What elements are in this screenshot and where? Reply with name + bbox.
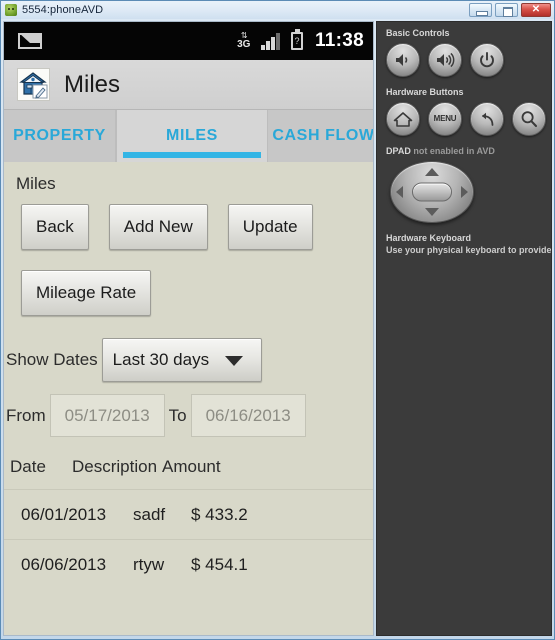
house-edit-icon[interactable] — [17, 68, 50, 101]
window-buttons: ✕ — [469, 3, 551, 17]
dpad-wrapper — [390, 161, 543, 223]
home-icon[interactable] — [386, 102, 420, 136]
date-range-spinner[interactable]: Last 30 days — [101, 338, 262, 382]
tab-cash-flow-label: CASH FLOW — [272, 127, 373, 144]
cell-amount: $ 433.2 — [191, 504, 248, 524]
cell-date: 06/01/2013 — [21, 504, 107, 524]
battery-label: ? — [294, 36, 300, 46]
android-robot-icon — [5, 4, 17, 16]
date-range-spinner-value: Last 30 days — [112, 350, 210, 369]
column-header-date: Date — [10, 457, 46, 476]
network-type-label: 3G — [237, 39, 251, 50]
envelope-icon — [18, 33, 42, 49]
dpad-heading-strong: DPAD — [386, 146, 411, 156]
mileage-rate-button[interactable]: Mileage Rate — [21, 270, 152, 316]
window-body: ⇅ 3G ? 11:38 Miles PROPERTY MILES CASH F… — [1, 19, 554, 639]
status-clock: 11:38 — [314, 30, 364, 51]
keyboard-subtext: Use your physical keyboard to provide in… — [386, 245, 552, 256]
menu-button[interactable]: MENU — [428, 102, 462, 136]
cell-description: rtyw — [133, 554, 165, 574]
date-range-row: From 05/17/2013 To 06/16/2013 — [4, 394, 373, 437]
section-label: Miles — [16, 174, 56, 193]
data-rows: 06/01/2013 sadf $ 433.2 06/06/2013 rtyw … — [4, 489, 373, 589]
app-content: Miles Back Add New Update Mileage Rate S… — [4, 162, 373, 635]
basic-controls-row — [386, 43, 543, 77]
volume-up-button[interactable] — [428, 43, 462, 77]
table-row[interactable]: 06/06/2013 rtyw $ 454.1 — [4, 539, 373, 589]
dpad-center-button[interactable] — [412, 182, 452, 202]
tab-miles-label: MILES — [166, 127, 218, 144]
keyboard-heading: Hardware Keyboard — [386, 233, 472, 243]
table-header: Date Description Amount — [10, 457, 221, 477]
hardware-buttons-row: MENU — [386, 102, 546, 136]
window-titlebar[interactable]: 5554:phoneAVD ✕ — [1, 1, 554, 19]
close-button[interactable]: ✕ — [521, 3, 551, 17]
dpad-left-icon[interactable] — [396, 186, 403, 198]
minimize-button[interactable] — [469, 3, 492, 17]
back-button[interactable]: Back — [21, 204, 89, 250]
back-arrow-icon[interactable] — [470, 102, 504, 136]
tab-strip: PROPERTY MILES CASH FLOW — [4, 110, 373, 162]
update-button[interactable]: Update — [227, 204, 313, 250]
cell-description: sadf — [133, 504, 166, 524]
tab-property-label: PROPERTY — [13, 127, 106, 144]
to-label: To — [168, 405, 187, 425]
page-title: Miles — [64, 70, 121, 98]
search-icon[interactable] — [512, 102, 546, 136]
device-screen: ⇅ 3G ? 11:38 Miles PROPERTY MILES CASH F… — [3, 21, 374, 636]
show-dates-label: Show Dates — [6, 350, 98, 369]
add-new-button[interactable]: Add New — [108, 204, 208, 250]
battery-icon: ? — [290, 29, 303, 50]
primary-button-row: Back Add New Update — [21, 204, 313, 250]
dpad-down-icon[interactable] — [425, 208, 439, 216]
tab-selected-indicator — [123, 152, 261, 158]
dpad-right-icon[interactable] — [461, 186, 468, 198]
app-header: Miles — [4, 60, 373, 110]
column-header-description: Description — [72, 457, 158, 476]
column-header-amount: Amount — [162, 457, 221, 476]
emulator-window: 5554:phoneAVD ✕ ⇅ 3G ? 11:38 Miles PROPE… — [0, 0, 555, 640]
maximize-button[interactable] — [495, 3, 518, 17]
tab-cash-flow[interactable]: CASH FLOW — [268, 110, 373, 162]
dpad-heading-muted: not enabled in AVD — [413, 146, 495, 156]
android-status-bar: ⇅ 3G ? 11:38 — [4, 22, 373, 60]
table-row[interactable]: 06/01/2013 sadf $ 433.2 — [4, 489, 373, 539]
hardware-buttons-heading: Hardware Buttons — [386, 87, 464, 97]
secondary-button-row: Mileage Rate — [21, 270, 152, 316]
cell-amount: $ 454.1 — [191, 554, 248, 574]
signal-strength-icon — [261, 32, 280, 50]
window-title: 5554:phoneAVD — [22, 4, 104, 16]
network-status: ⇅ 3G — [237, 32, 250, 50]
dpad-heading: DPAD not enabled in AVD — [386, 146, 543, 156]
dpad[interactable] — [390, 161, 474, 223]
tab-property[interactable]: PROPERTY — [4, 110, 116, 162]
emulator-control-panel: Basic Controls Hardware Buttons MENU DPA… — [376, 21, 552, 636]
volume-down-button[interactable] — [386, 43, 420, 77]
tab-miles[interactable]: MILES — [116, 110, 268, 162]
chevron-down-icon — [224, 356, 243, 366]
to-date-field[interactable]: 06/16/2013 — [190, 394, 306, 437]
dpad-up-icon[interactable] — [425, 168, 439, 176]
power-button[interactable] — [470, 43, 504, 77]
cell-date: 06/06/2013 — [21, 554, 107, 574]
show-dates-row: Show Dates Last 30 days — [4, 338, 373, 382]
from-date-field[interactable]: 05/17/2013 — [49, 394, 165, 437]
basic-controls-heading: Basic Controls — [386, 28, 450, 38]
from-label: From — [6, 405, 46, 425]
